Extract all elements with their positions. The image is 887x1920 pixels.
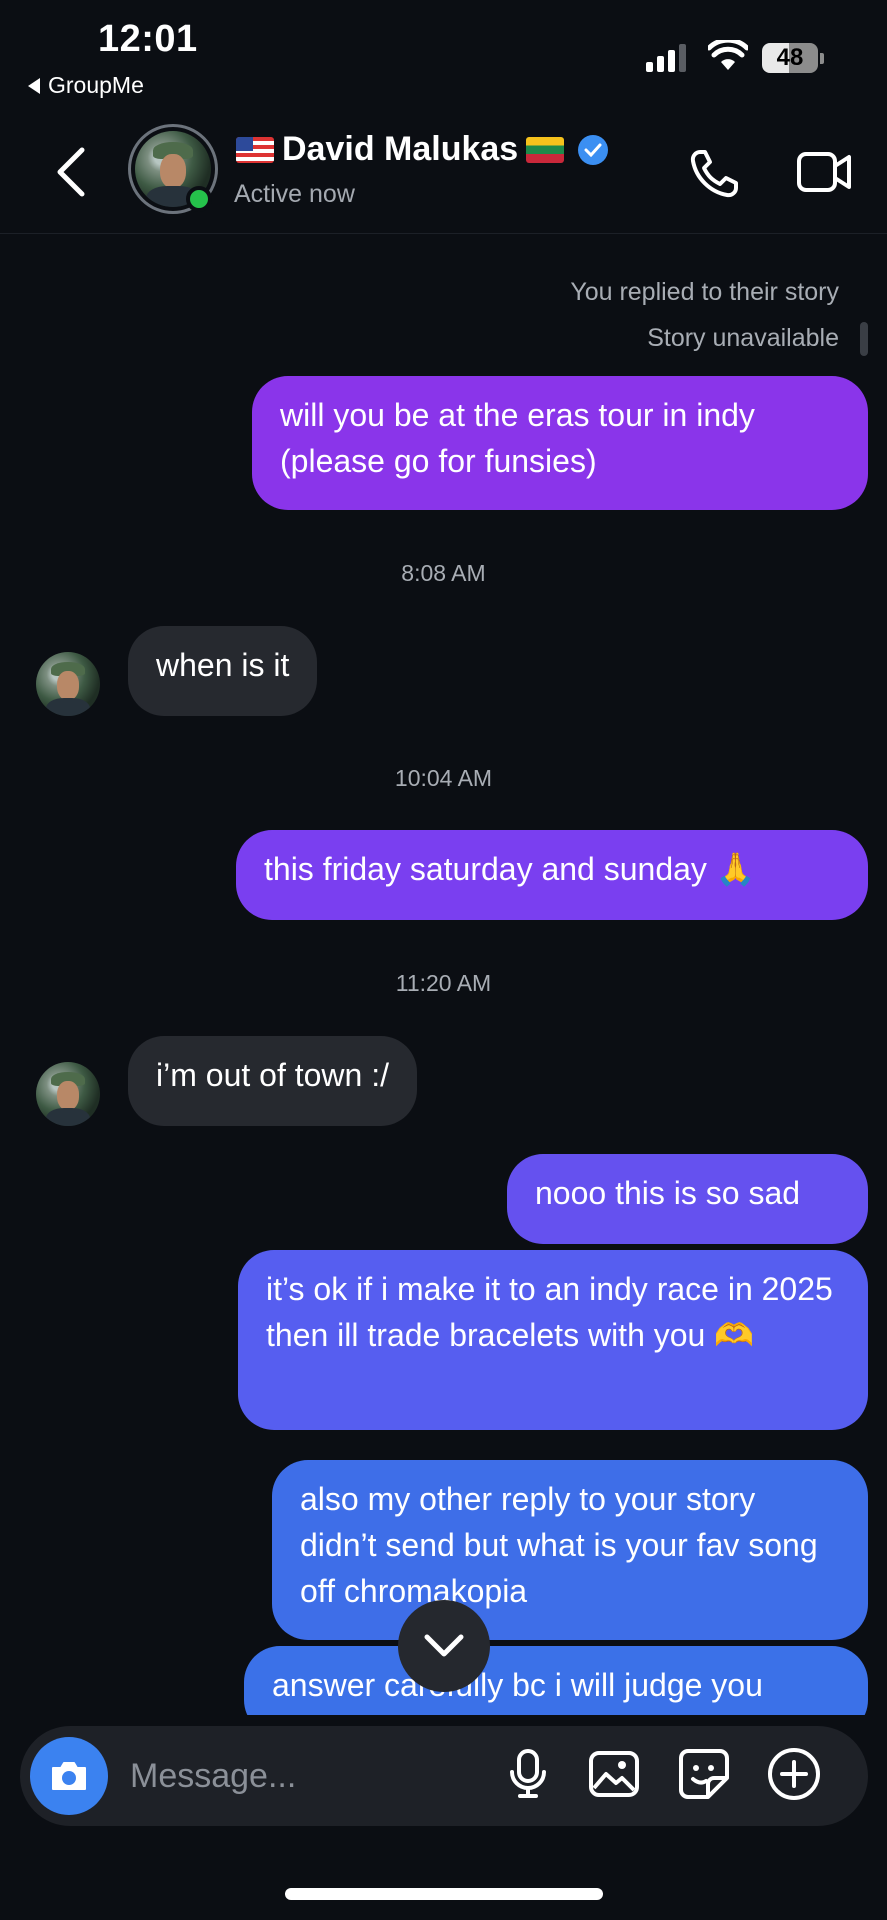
message-timestamp: 8:08 AM: [401, 560, 486, 586]
lithuania-flag-icon: [526, 136, 565, 163]
gallery-button[interactable]: [586, 1746, 642, 1802]
story-reply-label: You replied to their story: [570, 278, 839, 306]
message-timestamp: 10:04 AM: [394, 765, 493, 791]
cellular-signal-icon: [646, 44, 686, 72]
sender-avatar[interactable]: [36, 1062, 100, 1126]
battery-indicator: 48: [762, 42, 826, 74]
back-chevron-icon[interactable]: [54, 146, 88, 203]
contact-name: David Malukas: [282, 130, 519, 168]
add-button[interactable]: [766, 1746, 822, 1802]
story-unavailable-label[interactable]: Story unavailable: [647, 324, 839, 353]
sent-message-bubble[interactable]: also my other reply to your story didn’t…: [272, 1460, 868, 1640]
phone-call-button[interactable]: [686, 146, 742, 207]
header-divider: [0, 233, 887, 234]
back-triangle-icon: [28, 77, 40, 94]
wifi-icon: [706, 37, 750, 77]
sent-message-bubble[interactable]: it’s ok if i make it to an indy race in …: [238, 1250, 868, 1430]
add-icon: [768, 1748, 820, 1800]
us-flag-icon: [236, 136, 274, 163]
microphone-button[interactable]: [500, 1746, 556, 1802]
camera-button[interactable]: [30, 1737, 108, 1815]
message-timestamp: 11:20 AM: [395, 970, 492, 996]
sent-message-bubble[interactable]: nooo this is so sad: [507, 1154, 868, 1244]
sticker-icon: [679, 1749, 729, 1799]
home-indicator[interactable]: [285, 1888, 603, 1900]
back-to-app-link[interactable]: GroupMe: [28, 72, 144, 99]
sent-message-bubble[interactable]: will you be at the eras tour in indy (pl…: [252, 376, 868, 510]
sender-avatar[interactable]: [36, 652, 100, 716]
camera-icon: [52, 1762, 86, 1790]
received-message-bubble[interactable]: when is it: [128, 626, 318, 716]
scrollbar[interactable]: [860, 322, 868, 356]
video-call-button[interactable]: [796, 148, 854, 201]
active-status: Active now: [234, 180, 355, 208]
battery-level: 48: [762, 43, 818, 73]
phone-icon: [690, 150, 738, 198]
back-app-label: GroupMe: [48, 72, 144, 98]
chevron-down-icon: [424, 1634, 464, 1657]
microphone-icon: [510, 1749, 546, 1798]
verified-badge-icon: [578, 134, 609, 165]
gallery-icon: [589, 1751, 639, 1797]
received-message-bubble[interactable]: i’m out of town :/: [128, 1036, 417, 1126]
online-status-dot: [186, 186, 212, 212]
message-input[interactable]: [128, 1750, 472, 1802]
sent-message-bubble[interactable]: this friday saturday and sunday 🙏: [236, 830, 868, 920]
sticker-button[interactable]: [676, 1746, 732, 1802]
video-camera-icon: [797, 152, 851, 192]
contact-name-row[interactable]: David Malukas: [236, 130, 609, 169]
scroll-to-bottom-button[interactable]: [398, 1600, 490, 1692]
status-time: 12:01: [98, 18, 198, 60]
